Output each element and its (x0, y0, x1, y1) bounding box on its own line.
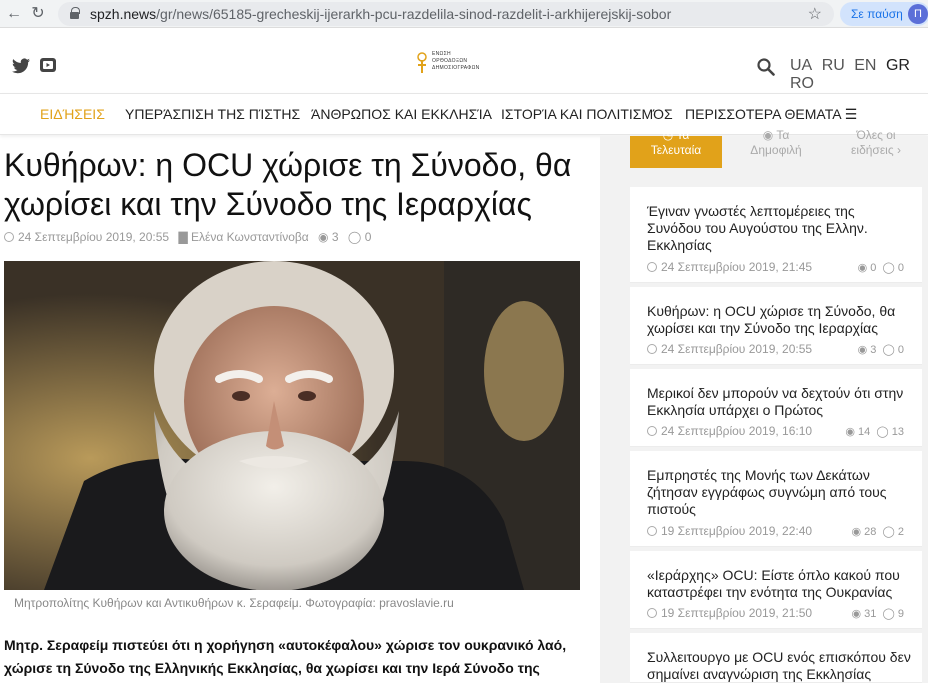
language-switcher: UA RU EN GR RO (790, 57, 928, 93)
nav-item-history[interactable]: ΙΣΤΟΡΊΑ ΚΑΙ ΠΟΛΙΤΙΣΜΌΣ (501, 106, 673, 122)
article-date: 24 Σεπτεμβρίου 2019, 20:55 (18, 230, 170, 244)
eye-icon: ◉ (845, 426, 855, 438)
article-title: Κυθήρων: η OCU χώρισε τη Σύνοδο, θα χωρί… (4, 147, 572, 222)
tab-popular[interactable]: ◉ Τα Δημοφιλή (730, 128, 822, 168)
list-item-title[interactable]: Κυθήρων: η OCU χώρισε τη Σύνοδο, θα χωρί… (647, 303, 912, 337)
hamburger-icon: ☰ (844, 106, 858, 122)
list-item-date: 24 Σεπτεμβρίου 2019, 21:45 (647, 260, 812, 274)
tab-latest[interactable]: ◷ Τα Τελευταία (630, 128, 722, 168)
list-item[interactable]: Εμπρηστές της Μονής των Δεκάτων ζήτησαν … (630, 451, 922, 547)
site-header: ΕΝΩΣΗ ΟΡΘΟΔΟΞΩΝ ΔΗΜΟΣΙΟΓΡΑΦΩΝ UA RU EN G… (0, 28, 928, 93)
list-item-title[interactable]: Έγιναν γνωστές λεπτομέρειες της Συνόδου … (647, 203, 912, 254)
article-lead: Μητρ. Σεραφείμ πιστεύει ότι η χορήγηση «… (4, 637, 567, 676)
list-item-date: 24 Σεπτεμβρίου 2019, 20:55 (647, 342, 812, 356)
url-text: spzh.news/gr/news/65185-grecheskij-ijera… (90, 6, 672, 22)
article-author[interactable]: Ελένα Κωνσταντίνοβα (191, 230, 309, 244)
clock-icon (647, 344, 657, 354)
tab-popular-line2: Δημοφιλή (750, 143, 802, 157)
list-item-title[interactable]: Μερικοί δεν μπορούν να δεχτούν ότι στην … (647, 385, 912, 419)
lock-icon (70, 7, 80, 19)
avatar: Π (908, 4, 928, 24)
list-item-stats: ◉ 0 ◯ 0 (857, 262, 904, 274)
eye-icon: ◉ (857, 262, 868, 274)
eye-icon: ◉ (857, 344, 868, 356)
cross-logo-icon (417, 52, 427, 73)
comment-icon: ◯ (882, 344, 895, 356)
article-views: 3 (331, 230, 339, 244)
comment-icon: ◯ (347, 230, 362, 244)
author-icon: ▇ (178, 230, 188, 244)
lang-ua[interactable]: UA (790, 57, 812, 74)
list-item-title[interactable]: Εμπρηστές της Μονής των Δεκάτων ζήτησαν … (647, 467, 912, 518)
list-item-date: 19 Σεπτεμβρίου 2019, 22:40 (647, 524, 812, 538)
profile-pause-button[interactable]: Σε παύση Π (840, 2, 928, 26)
nav-item-more[interactable]: ΠΕΡΙΣΣΟΤΕΡΑ ΘΕΜΑΤΑ ☰ (685, 106, 857, 123)
search-icon[interactable] (757, 58, 775, 76)
list-item-date: 19 Σεπτεμβρίου 2019, 21:50 (647, 606, 812, 620)
tab-all-line2: ειδήσεις › (851, 143, 901, 157)
bookmark-star-icon[interactable]: ☆ (808, 4, 822, 24)
comment-icon: ◯ (882, 262, 895, 274)
article-meta: 24 Σεπτεμβρίου 2019, 20:55 ▇ Ελένα Κωνστ… (4, 230, 371, 244)
tab-popular-line1: ◉ Τα (762, 128, 790, 142)
article: Κυθήρων: η OCU χώρισε τη Σύνοδο, θα χωρί… (0, 136, 600, 683)
logo-text: ΕΝΩΣΗ ΟΡΘΟΔΟΞΩΝ ΔΗΜΟΣΙΟΓΡΑΦΩΝ (432, 51, 480, 71)
address-bar[interactable]: spzh.news/gr/news/65185-grecheskij-ijera… (58, 2, 834, 26)
clock-icon: ◷ (662, 128, 674, 142)
tab-latest-line2: Τελευταία (650, 143, 702, 157)
eye-icon: ◉ (762, 128, 774, 142)
list-item-stats: ◉ 31 ◯ 9 (851, 608, 904, 620)
photo-caption: Μητροπολίτης Κυθήρων και Αντικυθήρων κ. … (14, 596, 454, 610)
clock-icon (4, 232, 14, 242)
tab-latest-line1: ◷ Τα (662, 128, 690, 142)
sidebar-tabs: ◷ Τα Τελευταία ◉ Τα Δημοφιλή Όλες οι ειδ… (630, 128, 922, 168)
twitter-icon[interactable] (12, 58, 30, 74)
list-item-date: 24 Σεπτεμβρίου 2019, 16:10 (647, 424, 812, 438)
lang-ro[interactable]: RO (790, 75, 814, 92)
clock-icon (647, 608, 657, 618)
article-comments: 0 (364, 230, 372, 244)
clock-icon (647, 426, 657, 436)
list-item-stats: ◉ 28 ◯ 2 (851, 526, 904, 538)
eye-icon: ◉ (318, 230, 329, 244)
comment-icon: ◯ (876, 426, 889, 438)
list-item[interactable]: Κυθήρων: η OCU χώρισε τη Σύνοδο, θα χωρί… (630, 287, 922, 365)
comment-icon: ◯ (882, 526, 895, 538)
site-logo[interactable]: ΕΝΩΣΗ ΟΡΘΟΔΟΞΩΝ ΔΗΜΟΣΙΟΓΡΑΦΩΝ (416, 48, 488, 78)
list-item-stats: ◉ 3 ◯ 0 (857, 344, 904, 356)
lang-gr[interactable]: GR (886, 57, 910, 74)
tab-all-line1: Όλες οι (856, 128, 896, 142)
list-item[interactable]: «Ιεράρχης» OCU: Είστε όπλο κακού που κατ… (630, 551, 922, 629)
nav-item-news[interactable]: ΕΙΔΉΣΕΙΣ (40, 106, 105, 122)
eye-icon: ◉ (851, 608, 862, 620)
eye-icon: ◉ (851, 526, 862, 538)
list-item[interactable]: Μερικοί δεν μπορούν να δεχτούν ότι στην … (630, 369, 922, 447)
list-item[interactable]: Συλλειτουργο με OCU ενός επισκόπου δεν σ… (630, 633, 922, 683)
list-item-stats: ◉ 14 ◯ 13 (845, 426, 904, 438)
list-item-title[interactable]: Συλλειτουργο με OCU ενός επισκόπου δεν σ… (647, 649, 912, 683)
comment-icon: ◯ (882, 608, 895, 620)
pause-label: Σε παύση (851, 7, 903, 21)
tab-all-news[interactable]: Όλες οι ειδήσεις › (830, 128, 922, 168)
hero-photo (4, 261, 580, 590)
clock-icon (647, 526, 657, 536)
youtube-icon[interactable] (40, 58, 56, 72)
reload-icon[interactable]: ↻ (28, 4, 48, 24)
nav-item-church[interactable]: ΆΝΘΡΩΠΟΣ ΚΑΙ ΕΚΚΛΗΣΊΑ (311, 106, 492, 122)
lang-ru[interactable]: RU (822, 57, 845, 74)
back-arrow-icon[interactable]: ← (4, 4, 24, 24)
lang-en[interactable]: EN (854, 57, 876, 74)
list-item[interactable]: Έγιναν γνωστές λεπτομέρειες της Συνόδου … (630, 187, 922, 283)
nav-item-faith[interactable]: ΥΠΕΡΆΣΠΙΣΗ ΤΗΣ ΠΊΣΤΗΣ (125, 106, 300, 122)
list-item-title[interactable]: «Ιεράρχης» OCU: Είστε όπλο κακού που κατ… (647, 567, 912, 601)
clock-icon (647, 262, 657, 272)
browser-toolbar: ← ↻ spzh.news/gr/news/65185-grecheskij-i… (0, 0, 928, 28)
nav-more-label: ΠΕΡΙΣΣΟΤΕΡΑ ΘΕΜΑΤΑ (685, 106, 841, 122)
